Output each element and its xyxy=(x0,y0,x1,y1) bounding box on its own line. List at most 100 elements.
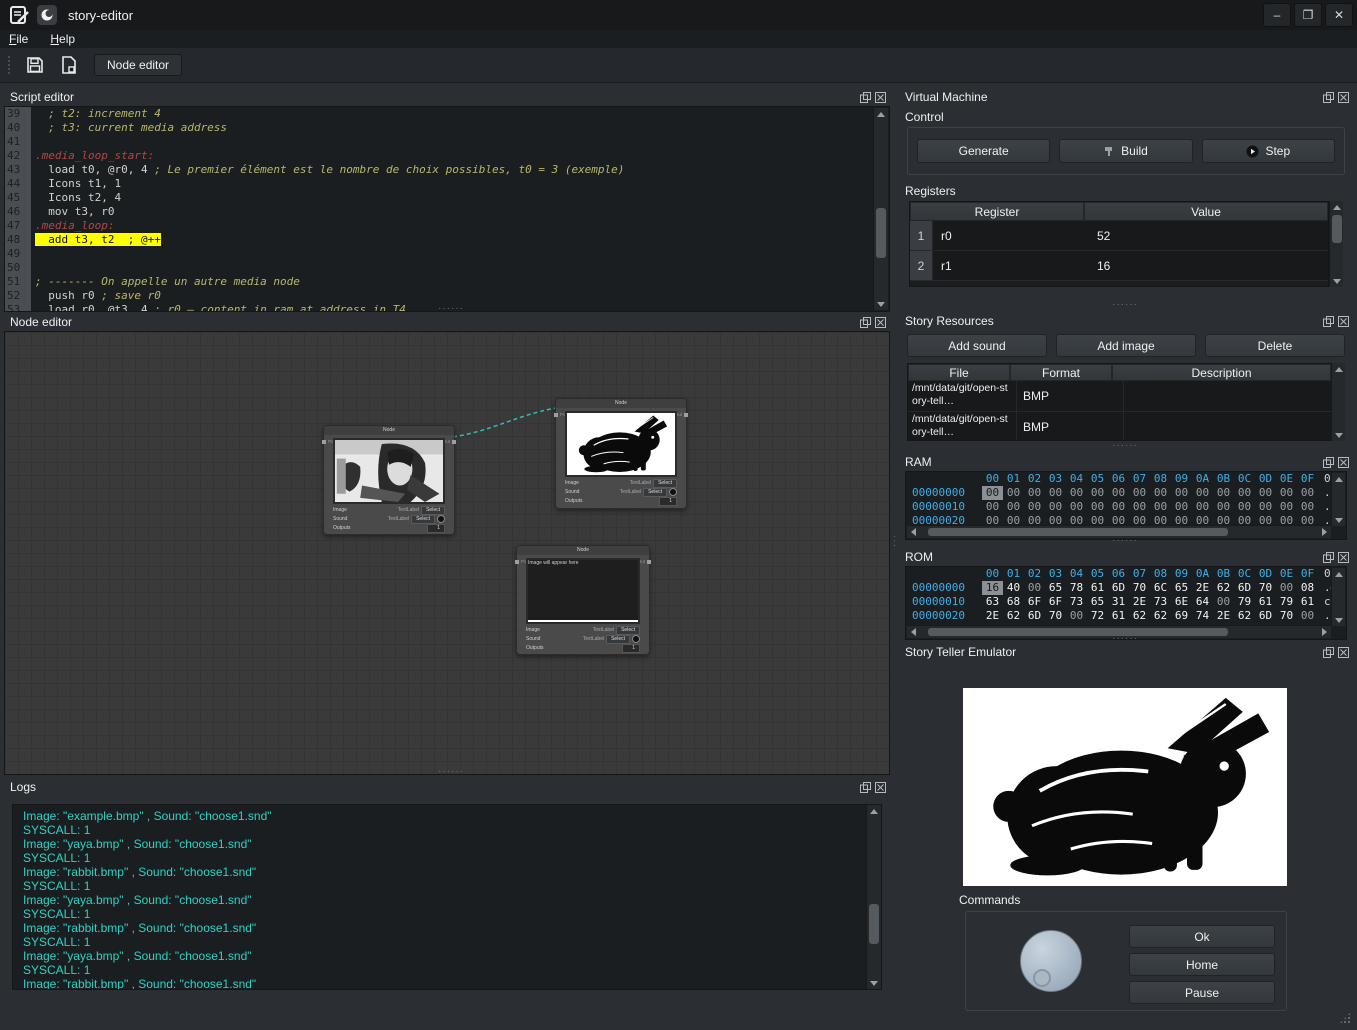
code-line[interactable]: 39 ; t2: increment 4 xyxy=(5,107,889,121)
float-panel-icon[interactable] xyxy=(1323,457,1334,468)
vm-header[interactable]: Virtual Machine xyxy=(899,88,1353,106)
port-out-handle[interactable] xyxy=(647,560,651,564)
hex-vscrollbar[interactable] xyxy=(1331,568,1345,626)
build-button[interactable]: Build xyxy=(1059,139,1192,163)
ram-header[interactable]: RAM xyxy=(899,453,1353,471)
close-panel-icon[interactable] xyxy=(875,92,886,103)
code-line[interactable]: 46 mov t3, r0 xyxy=(5,205,889,219)
close-panel-icon[interactable] xyxy=(875,782,886,793)
splitter-resources-ram[interactable]: ······ xyxy=(1112,443,1138,449)
delete-button[interactable]: Delete xyxy=(1205,334,1345,357)
hex-row[interactable]: 000000001640006578616D706C652E626D700008… xyxy=(906,581,1346,595)
registers-table[interactable]: Register Value 1r0522r116 xyxy=(909,201,1329,287)
code-line[interactable]: 40 ; t3: current media address xyxy=(5,121,889,135)
code-line[interactable]: 48 add t3, t2 ; @++ xyxy=(5,233,889,247)
sound-play-button[interactable] xyxy=(437,515,445,523)
register-row[interactable]: 1r052 xyxy=(910,221,1328,251)
generate-button[interactable]: Generate xyxy=(917,139,1050,163)
splitter-columns[interactable]: ··· xyxy=(891,535,897,548)
media-node[interactable]: NodePort InPort OutImage will appear her… xyxy=(516,545,650,655)
resources-table[interactable]: File Format Description /mnt/data/git/op… xyxy=(907,363,1332,441)
registers-col-value[interactable]: Value xyxy=(1084,202,1328,221)
script-editor-scrollbar[interactable] xyxy=(873,108,888,310)
register-row[interactable]: 2r116 xyxy=(910,251,1328,281)
resources-header[interactable]: Story Resources xyxy=(899,312,1353,330)
close-panel-icon[interactable] xyxy=(1338,457,1349,468)
node-editor-header[interactable]: Node editor xyxy=(4,313,890,331)
splitter-ram-rom[interactable]: ······ xyxy=(1112,538,1138,544)
add-image-button[interactable]: Add image xyxy=(1056,334,1196,357)
toolbar-drag-handle[interactable] xyxy=(6,54,14,76)
float-panel-icon[interactable] xyxy=(860,317,871,328)
close-panel-icon[interactable] xyxy=(1338,316,1349,327)
sound-play-button[interactable] xyxy=(669,488,677,496)
close-panel-icon[interactable] xyxy=(1338,552,1349,563)
float-panel-icon[interactable] xyxy=(1323,647,1334,658)
pause-button[interactable]: Pause xyxy=(1129,981,1275,1004)
close-panel-icon[interactable] xyxy=(875,317,886,328)
home-button[interactable]: Home xyxy=(1129,953,1275,976)
code-line[interactable]: 47.media_loop: xyxy=(5,219,889,233)
sound-select-button[interactable]: Select xyxy=(411,515,435,524)
code-line[interactable]: 42.media_loop_start: xyxy=(5,149,889,163)
code-line[interactable]: 49 xyxy=(5,247,889,261)
rom-header[interactable]: ROM xyxy=(899,548,1353,566)
save-icon[interactable] xyxy=(22,52,48,78)
float-panel-icon[interactable] xyxy=(860,782,871,793)
registers-col-register[interactable]: Register xyxy=(910,202,1084,221)
hex-row[interactable]: 0000001063686F6F7365312E736E640079617961… xyxy=(906,595,1346,609)
port-in-handle[interactable] xyxy=(554,413,558,417)
node-title[interactable]: Node xyxy=(517,546,649,555)
resources-scrollbar[interactable] xyxy=(1331,363,1345,441)
splitter-script-node[interactable]: ······ xyxy=(438,306,464,312)
outputs-spinner[interactable]: 1 xyxy=(659,497,677,506)
export-document-icon[interactable] xyxy=(56,52,82,78)
splitter-vm-resources[interactable]: ······ xyxy=(1112,302,1138,308)
menu-file[interactable]: File xyxy=(0,31,37,47)
sound-play-button[interactable] xyxy=(632,635,640,643)
sound-select-button[interactable]: Select xyxy=(606,635,630,644)
float-panel-icon[interactable] xyxy=(1323,92,1334,103)
float-panel-icon[interactable] xyxy=(860,92,871,103)
code-line[interactable]: 45 Icons t2, 4 xyxy=(5,191,889,205)
code-line[interactable]: 41 xyxy=(5,135,889,149)
rotary-knob[interactable] xyxy=(1020,930,1082,992)
log-output[interactable]: Image: "example.bmp" , Sound: "choose1.s… xyxy=(12,804,882,990)
sound-select-button[interactable]: Select xyxy=(643,488,667,497)
code-line[interactable]: 52 push r0 ; save r0 xyxy=(5,289,889,303)
node-title[interactable]: Node xyxy=(556,399,686,408)
add-sound-button[interactable]: Add sound xyxy=(907,334,1047,357)
splitter-node-logs[interactable]: ······ xyxy=(438,769,464,775)
rom-hex-view[interactable]: 000102030405060708090A0B0C0D0E0F01200000… xyxy=(905,566,1347,640)
node-canvas[interactable]: NodePort InPort OutImageTextLabelSelectS… xyxy=(4,331,890,775)
close-panel-icon[interactable] xyxy=(1338,647,1349,658)
window-resize-grip[interactable] xyxy=(1339,1012,1351,1024)
image-select-button[interactable]: Select xyxy=(421,506,445,515)
code-line[interactable]: 43 load t0, @r0, 4 ; Le premier élément … xyxy=(5,163,889,177)
hex-row[interactable]: 0000001000000000000000000000000000000000… xyxy=(906,500,1346,514)
close-button[interactable]: ✕ xyxy=(1325,3,1353,27)
media-node[interactable]: NodePort InPort OutImageTextLabelSelectS… xyxy=(323,425,455,535)
minimize-button[interactable]: – xyxy=(1263,3,1291,27)
outputs-spinner[interactable]: 1 xyxy=(427,524,445,533)
outputs-spinner[interactable]: 1 xyxy=(622,644,640,653)
code-line[interactable]: 50 xyxy=(5,261,889,275)
resource-row[interactable]: /mnt/data/git/open-story-tell…BMP xyxy=(908,381,1331,412)
hex-vscrollbar[interactable] xyxy=(1331,473,1345,526)
float-panel-icon[interactable] xyxy=(1323,316,1334,327)
emulator-header[interactable]: Story Teller Emulator xyxy=(899,643,1353,661)
maximize-button[interactable]: ❐ xyxy=(1294,3,1322,27)
resources-col-file[interactable]: File xyxy=(908,364,1010,381)
port-in-handle[interactable] xyxy=(515,560,519,564)
code-line[interactable]: 51; ------- On appelle un autre media no… xyxy=(5,275,889,289)
node-title[interactable]: Node xyxy=(324,426,454,435)
resource-row[interactable]: /mnt/data/git/open-story-tell…BMP xyxy=(908,412,1331,441)
script-editor-header[interactable]: Script editor xyxy=(4,88,890,106)
script-code-editor[interactable]: 39 ; t2: increment 440 ; t3: current med… xyxy=(4,106,890,312)
code-line[interactable]: 44 Icons t1, 1 xyxy=(5,177,889,191)
port-out-handle[interactable] xyxy=(452,440,456,444)
menu-help[interactable]: Help xyxy=(41,31,84,47)
step-button[interactable]: Step xyxy=(1202,139,1335,163)
splitter-rom-emulator[interactable]: ······ xyxy=(1112,636,1138,642)
port-in-handle[interactable] xyxy=(322,440,326,444)
